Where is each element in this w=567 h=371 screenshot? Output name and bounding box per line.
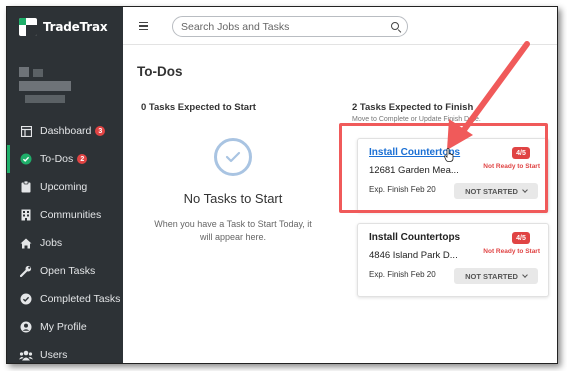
task-expected-finish: Exp. Finish Feb 20 — [369, 270, 436, 279]
wrench-icon — [19, 264, 33, 278]
status-label: NOT STARTED — [465, 271, 518, 281]
checklist-score-badge: 4/5 — [512, 147, 530, 159]
task-address: 4846 Island Park D... — [369, 250, 458, 261]
empty-state-title: No Tasks to Start — [183, 191, 283, 206]
sidebar-item-upcoming[interactable]: Upcoming — [7, 173, 123, 201]
page-title: To-Dos — [137, 64, 183, 79]
checklist-score-badge: 4/5 — [512, 232, 530, 244]
main-content: To-Dos 0 Tasks Expected to Start No Task… — [123, 46, 557, 363]
sidebar-item-label: My Profile — [40, 321, 87, 333]
status-dropdown[interactable]: NOT STARTED — [454, 183, 538, 199]
sidebar-nav: Dashboard 3 To-Dos 2 Upcoming Communitie… — [7, 117, 123, 363]
clipboard-icon — [19, 180, 33, 194]
sidebar-item-open-tasks[interactable]: Open Tasks — [7, 257, 123, 285]
chevron-down-icon — [522, 186, 528, 193]
empty-state-check-icon — [214, 138, 252, 176]
user-icon — [19, 320, 33, 334]
tradetrax-logo-icon — [19, 18, 37, 36]
sidebar-item-todos[interactable]: To-Dos 2 — [7, 145, 123, 173]
sidebar-item-label: Users — [40, 349, 68, 361]
chevron-down-icon — [522, 271, 528, 278]
top-bar — [123, 7, 557, 45]
start-column-heading: 0 Tasks Expected to Start — [141, 102, 256, 113]
check-circle-icon — [19, 292, 33, 306]
brand-name: TradeTrax — [43, 20, 108, 34]
sidebar-item-communities[interactable]: Communities — [7, 201, 123, 229]
sidebar-item-label: Upcoming — [40, 181, 88, 193]
empty-state-text: When you have a Task to Start Today, it … — [154, 219, 312, 242]
brand[interactable]: TradeTrax — [19, 17, 108, 37]
sidebar-item-label: Open Tasks — [40, 265, 96, 277]
sidebar-item-my-profile[interactable]: My Profile — [7, 313, 123, 341]
home-icon — [19, 236, 33, 250]
search-bar[interactable] — [172, 16, 408, 37]
sidebar-item-label: Dashboard — [40, 125, 92, 137]
task-address: 12681 Garden Mea... — [369, 165, 459, 176]
sidebar-item-label: Communities — [40, 209, 102, 221]
finish-column-subheading: Move to Complete or Update Finish Date. — [352, 116, 481, 123]
building-icon — [19, 208, 33, 222]
readiness-status: Not Ready to Start — [483, 163, 540, 170]
hand-cursor-icon — [444, 148, 454, 162]
sidebar-item-label: To-Dos — [40, 153, 74, 165]
sidebar-item-dashboard[interactable]: Dashboard 3 — [7, 117, 123, 145]
task-card[interactable]: Install Countertops 4846 Island Park D..… — [357, 223, 549, 297]
users-icon — [19, 348, 33, 362]
hamburger-menu-icon[interactable] — [139, 22, 148, 30]
task-title-link[interactable]: Install Countertops — [369, 232, 460, 243]
app-window: TradeTrax Dashboard 3 To-Dos 2 Upcoming … — [6, 6, 558, 364]
dashboard-icon — [19, 124, 33, 138]
status-dropdown[interactable]: NOT STARTED — [454, 268, 538, 284]
search-input[interactable] — [181, 19, 381, 35]
sidebar-item-jobs[interactable]: Jobs — [7, 229, 123, 257]
status-label: NOT STARTED — [465, 186, 518, 196]
redacted-avatar — [19, 67, 77, 107]
sidebar-item-users[interactable]: Users — [7, 341, 123, 363]
sidebar-item-label: Completed Tasks — [40, 293, 121, 305]
check-circle-icon — [19, 152, 33, 166]
search-icon[interactable] — [391, 22, 399, 30]
finish-column-heading: 2 Tasks Expected to Finish — [352, 102, 474, 113]
readiness-status: Not Ready to Start — [483, 248, 540, 255]
sidebar-item-completed-tasks[interactable]: Completed Tasks — [7, 285, 123, 313]
task-expected-finish: Exp. Finish Feb 20 — [369, 185, 436, 194]
notification-badge: 2 — [77, 154, 88, 164]
notification-badge: 3 — [95, 126, 106, 136]
sidebar: TradeTrax Dashboard 3 To-Dos 2 Upcoming … — [7, 7, 123, 363]
sidebar-item-label: Jobs — [40, 237, 63, 249]
